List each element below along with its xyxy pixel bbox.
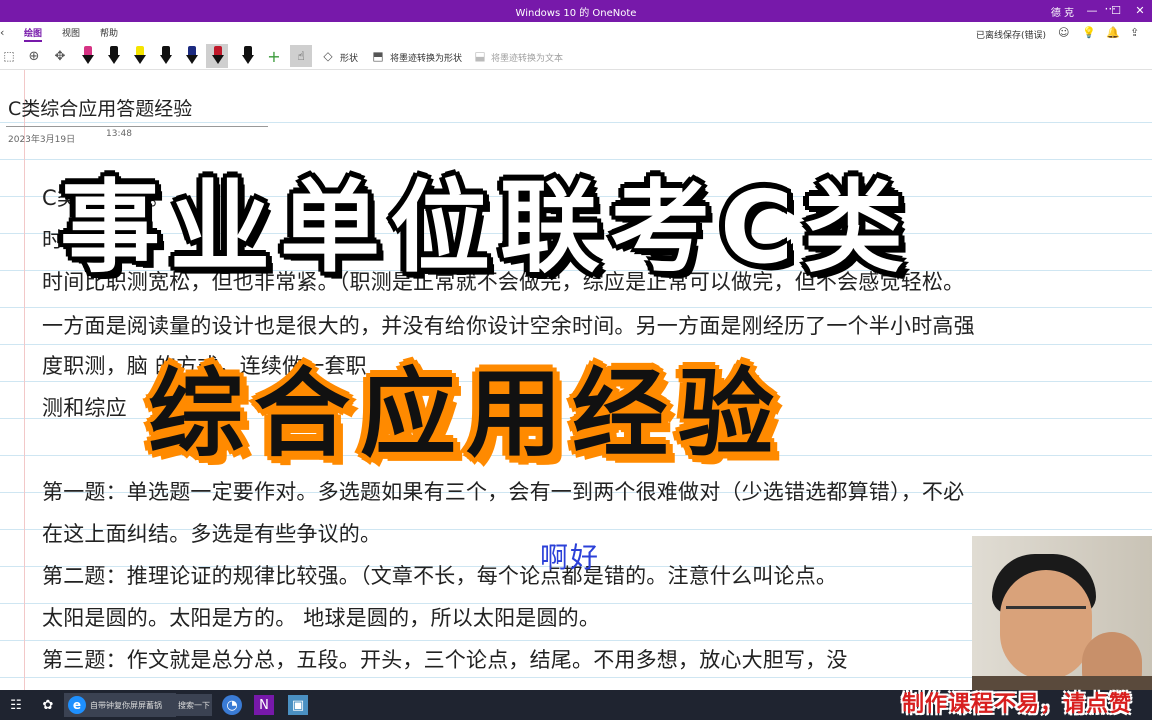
save-status: 已离线保存(错误) <box>976 31 1047 41</box>
pen-black-2-icon[interactable] <box>158 45 174 67</box>
page-time: 13:48 <box>106 129 132 139</box>
ie-tab-label: 自带钟复你屏屏蓄锅 <box>90 700 162 710</box>
add-pen-icon[interactable]: + <box>266 45 282 67</box>
window-controls: — ☐ ✕ <box>1080 0 1152 22</box>
pen-red-icon[interactable] <box>210 45 226 67</box>
page-date: 2023年3月19日 <box>8 135 76 145</box>
page-title[interactable]: C类综合应用答题经验 <box>8 94 192 121</box>
photos-icon[interactable]: ▣ <box>288 695 308 715</box>
close-button[interactable]: ✕ <box>1128 0 1152 22</box>
tab-help[interactable]: 帮助 <box>100 26 118 39</box>
shapes-icon[interactable]: ◇ <box>320 45 336 67</box>
draw-toolbar: ⬚ ⊕ ✥ + ☝ ◇ 形状 ⬒ 将墨迹转换为形状 ⬓ 将墨迹转换为文本 <box>0 42 1152 70</box>
tab-view[interactable]: 视图 <box>62 26 80 39</box>
page-margin-line <box>24 70 25 690</box>
pen-black-3-icon[interactable] <box>240 45 256 67</box>
minimize-button[interactable]: — <box>1080 0 1104 22</box>
tab-overflow-icon[interactable]: ‹ <box>0 26 4 39</box>
onenote-icon[interactable]: N <box>254 695 274 715</box>
taskbar-ie-item[interactable]: e 自带钟复你屏屏蓄锅 <box>64 693 176 717</box>
user-name[interactable]: 德 克 <box>1051 4 1074 19</box>
ie-icon: e <box>68 696 86 714</box>
overlay-subheadline: 综合应用经验 <box>148 358 784 470</box>
pen-navy-icon[interactable] <box>184 45 200 67</box>
title-underline <box>6 126 268 127</box>
pen-pink-icon[interactable] <box>80 45 96 67</box>
maximize-button[interactable]: ☐ <box>1104 0 1128 22</box>
ink-to-shape-label[interactable]: 将墨迹转换为形状 <box>390 51 462 64</box>
ink-to-shape-icon[interactable]: ⬒ <box>370 45 386 67</box>
taskbar-search-button[interactable]: 搜索一下 <box>176 694 212 716</box>
note-line[interactable]: 太阳是圆的。太阳是方的。 地球是圆的，所以太阳是圆的。 <box>42 602 600 632</box>
task-view-icon[interactable]: ☷ <box>6 695 26 715</box>
ribbon-tabs: ‹ 绘图 视图 帮助 已离线保存(错误) ☺ 💡 🔔 ⇪ <box>0 22 1152 42</box>
presenter-face <box>1000 570 1092 680</box>
note-line[interactable]: 在这上面纠结。多选是有些争议的。 <box>42 518 381 548</box>
ink-to-text-icon: ⬓ <box>474 49 486 63</box>
touch-draw-icon[interactable]: ☝ <box>290 45 312 67</box>
ink-to-text-label: 将墨迹转换为文本 <box>491 54 564 64</box>
title-bar: Windows 10 的 OneNote 德 克 ··· — ☐ ✕ <box>0 0 1152 22</box>
pen-black-icon[interactable] <box>106 45 122 67</box>
note-line[interactable]: 第三题：作文就是总分总，五段。开头，三个论点，结尾。不用多想，放心大胆写，没 <box>42 644 848 674</box>
emoji-icon[interactable]: ☺ <box>1058 26 1069 39</box>
snap-icon[interactable]: ✿ <box>38 695 58 715</box>
like-promo-text: 制作课程不易，请点赞 <box>902 692 1133 717</box>
lasso-select-icon[interactable]: ⬚ <box>2 45 16 67</box>
handwritten-ink[interactable]: 啊好 <box>540 536 600 576</box>
move-icon[interactable]: ✥ <box>52 45 68 67</box>
note-line[interactable]: 测和综应 <box>42 392 127 422</box>
tab-draw[interactable]: 绘图 <box>24 26 43 42</box>
add-space-icon[interactable]: ⊕ <box>26 45 42 67</box>
window-title: Windows 10 的 OneNote <box>515 8 637 19</box>
note-line[interactable]: 第一题：单选题一定要作对。多选题如果有三个，会有一到两个很难做对（少选错选都算错… <box>42 476 964 506</box>
overlay-headline: 事业单位联考C类 <box>60 169 914 286</box>
highlighter-yellow-icon[interactable] <box>132 45 148 67</box>
bell-icon[interactable]: 🔔 <box>1106 26 1120 39</box>
lightbulb-icon[interactable]: 💡 <box>1082 26 1096 39</box>
browser-icon[interactable]: ◔ <box>222 695 242 715</box>
shapes-label[interactable]: 形状 <box>340 51 358 64</box>
share-icon[interactable]: ⇪ <box>1130 26 1139 39</box>
note-line[interactable]: 第二题：推理论证的规律比较强。（文章不长，每个论点都是错的。注意什么叫论点。 <box>42 560 837 590</box>
